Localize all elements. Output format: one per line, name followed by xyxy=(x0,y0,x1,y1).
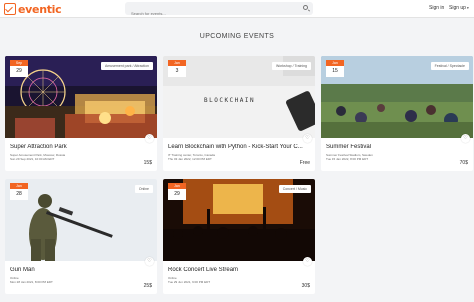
page-title: UPCOMING EVENTS xyxy=(199,33,275,40)
event-card[interactable]: Jan 29 Concert / Music ♡ Rock Concert Li… xyxy=(163,179,315,294)
event-price: 30$ xyxy=(301,283,310,289)
event-card[interactable]: BLOCKCHAIN Jan 3 Workshop / Training ♡ L… xyxy=(163,56,315,171)
category-tag[interactable]: Online xyxy=(134,185,153,193)
logo[interactable]: eventic xyxy=(4,2,62,16)
sign-up-label: Sign up xyxy=(449,5,466,11)
search-bar xyxy=(125,2,313,20)
search-icon[interactable] xyxy=(303,5,308,10)
event-date: Mon 28 Jan 2021, 8:00 PM EDT xyxy=(10,280,53,284)
event-date: Tue 29 Jun 2021, 9:00 PM EDT xyxy=(168,280,211,284)
date-badge: Jan 29 xyxy=(168,183,186,200)
sign-in-link[interactable]: Sign in xyxy=(429,5,444,11)
badge-day: 29 xyxy=(174,191,180,197)
logo-text: eventic xyxy=(18,2,62,16)
event-date: Thu 03 Jan 2022, 12:00 PM EDT xyxy=(168,157,212,161)
event-title[interactable]: Gun Man xyxy=(10,267,150,273)
sign-up-dropdown[interactable]: Sign up▾ xyxy=(449,5,469,11)
calendar-check-icon xyxy=(4,3,16,15)
badge-day: 28 xyxy=(16,191,22,197)
top-navbar: eventic Sign in Sign up▾ xyxy=(0,0,474,20)
category-tag[interactable]: Festival / Spectacle xyxy=(430,62,469,70)
event-price: 15$ xyxy=(143,160,152,166)
category-tag[interactable]: Amusement park / Attraction xyxy=(101,62,153,70)
event-title[interactable]: Super Attraction Park xyxy=(10,144,150,150)
heart-icon[interactable]: ♡ xyxy=(145,257,154,266)
badge-day: 15 xyxy=(332,68,338,74)
category-tag[interactable]: Workshop / Training xyxy=(271,62,311,70)
heart-icon[interactable]: ♡ xyxy=(145,134,154,143)
date-badge: Jan 3 xyxy=(168,60,186,77)
event-price: 70$ xyxy=(459,160,468,166)
event-price: Free xyxy=(299,160,310,166)
category-tag[interactable]: Concert / Music xyxy=(278,185,311,193)
heart-icon[interactable]: ♡ xyxy=(461,134,470,143)
event-card[interactable]: Jan 15 Festival / Spectacle ♡ Summer Fes… xyxy=(321,56,473,171)
badge-day: 29 xyxy=(16,68,22,74)
search-input[interactable] xyxy=(125,7,295,20)
event-date: Tue 15 Jan 2022, 8:00 PM EDT xyxy=(326,157,369,161)
event-price: 25$ xyxy=(143,283,152,289)
chevron-down-icon: ▾ xyxy=(466,6,469,10)
heart-icon[interactable]: ♡ xyxy=(303,257,312,266)
date-badge: Jan 28 xyxy=(10,183,28,200)
event-card[interactable]: Sep 29 Amusement park / Attraction ♡ Sup… xyxy=(5,56,157,171)
event-date: Sun 29 Sep 2021, 10:00 AM EDT xyxy=(10,157,55,161)
event-title[interactable]: Learn Blockchain with Python - Kick-Star… xyxy=(168,144,308,150)
badge-day: 3 xyxy=(175,68,179,74)
heart-icon[interactable]: ♡ xyxy=(303,134,312,143)
event-title[interactable]: Summer Festival xyxy=(326,144,466,150)
event-card[interactable]: Jan 28 Online ♡ Gun Man Online Mon 28 Ja… xyxy=(5,179,157,294)
svg-text:BLOCKCHAIN: BLOCKCHAIN xyxy=(204,97,255,104)
date-badge: Jan 15 xyxy=(326,60,344,77)
event-title[interactable]: Rock Concert Live Stream xyxy=(168,267,308,273)
date-badge: Sep 29 xyxy=(10,60,28,77)
